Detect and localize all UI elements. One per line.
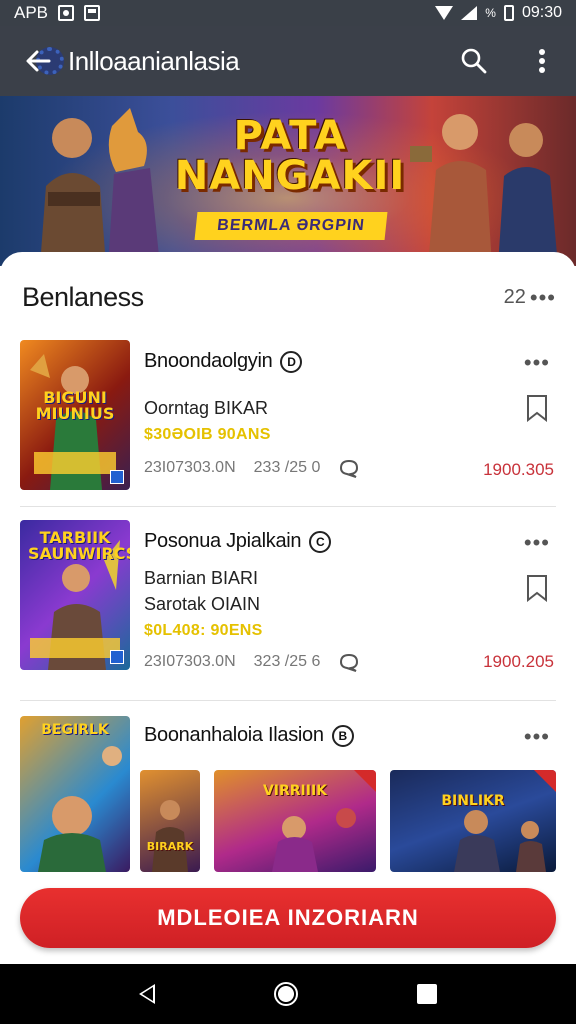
game-subtitle: Barnian BIARI <box>144 568 259 588</box>
back-arrow-icon <box>26 50 51 72</box>
signal-icon <box>461 6 478 20</box>
platform-badge-icon <box>110 470 124 484</box>
banner-subtitle: BERMLA ƏRGPIN <box>194 212 388 240</box>
thumbnail-title: TARBIIK SAUNWIRCS <box>28 528 130 563</box>
new-ribbon-icon <box>534 770 556 792</box>
bookmark-icon[interactable] <box>526 574 548 602</box>
screenshot-thumbnail[interactable]: BIRARK <box>140 770 200 872</box>
carrier-label: APB <box>14 3 49 22</box>
nav-recents-icon[interactable] <box>416 984 437 1004</box>
game-title: Bnoondaolgyin D <box>144 350 303 373</box>
promo-banner[interactable]: PATA NANGAKII BERMLA ƏRGPIN <box>0 96 576 266</box>
game-title-text: Posonua Jpialkain <box>144 530 302 552</box>
game-title: Boonanhaloia Ilasion B <box>144 724 354 747</box>
game-thumbnail[interactable]: TARBIIK SAUNWIRCS <box>20 520 130 670</box>
divider <box>20 700 556 701</box>
system-nav-bar <box>0 964 576 1024</box>
info-icon[interactable]: D <box>280 350 303 373</box>
thumbnail-title: BIGUNI MIUNIUS <box>35 388 115 423</box>
game-title-text: Boonanhaloia Ilasion <box>144 724 324 746</box>
status-bar: APB % 09:30 <box>0 0 576 26</box>
screenshot-title: BIRARK <box>146 840 194 853</box>
comment-icon[interactable] <box>338 652 360 672</box>
game-price: $30ƏOIB 90ANS <box>144 426 271 443</box>
section-header: Benlaness 22 ••• <box>22 282 556 313</box>
more-vertical-icon <box>539 49 545 73</box>
app-bar: Inlloaanianlasia <box>0 26 576 96</box>
back-button[interactable] <box>18 41 64 81</box>
search-icon <box>461 48 487 74</box>
screenshot-artwork <box>152 800 188 872</box>
more-horizontal-icon: ••• <box>529 284 556 310</box>
banner-hero-right-illustration <box>410 114 558 266</box>
game-meta-code: 23I07303.0N <box>144 459 236 476</box>
divider <box>20 506 556 507</box>
game-title: Posonua Jpialkain C <box>144 530 332 553</box>
camera-notification-icon <box>58 5 75 21</box>
game-amount: 1900.305 <box>483 460 554 479</box>
bookmark-icon[interactable] <box>526 394 548 422</box>
game-meta-rating: 323 /25 6 <box>253 653 321 670</box>
card-more-icon[interactable]: ••• <box>524 724 550 750</box>
section-count-value: 22 <box>503 286 526 308</box>
battery-icon <box>503 5 514 21</box>
game-subtitle: Oorntag BIKAR <box>144 398 269 418</box>
game-subtitle-2: Sarotak OIAIN <box>144 594 261 614</box>
screenshot-title: BINLIKR <box>441 793 505 809</box>
nav-home-icon[interactable] <box>273 982 298 1006</box>
thumbnail-title: BEGIRLK <box>41 722 109 738</box>
game-meta: 23I07303.0N 323 /25 6 <box>144 652 360 672</box>
game-meta: 23I07303.0N 233 /25 0 <box>144 458 360 478</box>
game-price-text: $0L408: 90ENS <box>144 622 263 639</box>
download-notification-icon <box>84 5 101 21</box>
game-thumbnail[interactable]: BIGUNI MIUNIUS <box>20 340 130 490</box>
game-meta-code: 23I07303.0N <box>144 653 236 670</box>
game-artwork <box>38 746 122 872</box>
banner-title: PATA NANGAKII <box>174 113 406 199</box>
game-thumbnail[interactable]: BEGIRLK <box>20 716 130 872</box>
game-meta-rating: 233 /25 0 <box>253 459 321 476</box>
game-card[interactable]: BIGUNI MIUNIUS Bnoondaolgyin D ••• Oornt… <box>20 340 556 490</box>
nav-back-icon[interactable] <box>139 984 156 1004</box>
wifi-icon <box>435 6 454 20</box>
game-card[interactable]: BEGIRLK Boonanhaloia Ilasion B ••• BIRAR… <box>20 716 556 876</box>
game-card[interactable]: TARBIIK SAUNWIRCS Posonua Jpialkain C ••… <box>20 520 556 672</box>
section-count[interactable]: 22 ••• <box>504 286 556 309</box>
screenshot-artwork <box>454 810 546 872</box>
battery-percent: % <box>485 6 496 20</box>
info-icon[interactable]: B <box>331 724 354 747</box>
overflow-menu-button[interactable] <box>526 45 558 77</box>
status-time: 09:30 <box>521 4 562 21</box>
section-title: Benlaness <box>22 282 144 312</box>
screenshot-thumbnail[interactable]: BINLIKR <box>390 770 556 872</box>
card-more-icon[interactable]: ••• <box>524 530 550 556</box>
game-amount: 1900.205 <box>483 652 554 671</box>
banner-hero-left-illustration <box>40 108 160 266</box>
info-icon[interactable]: C <box>309 530 332 553</box>
card-more-icon[interactable]: ••• <box>524 350 550 376</box>
screenshot-thumbnail[interactable]: VIRRIIIK <box>214 770 376 872</box>
new-ribbon-icon <box>354 770 376 792</box>
comment-icon[interactable] <box>338 458 360 478</box>
content-sheet: Benlaness 22 ••• BIGUNI MIUNIUS Bnoondao… <box>0 252 576 964</box>
search-button[interactable] <box>458 45 490 77</box>
game-title-text: Bnoondaolgyin <box>144 350 273 372</box>
primary-action-button[interactable]: MDLEOIEA INZORIARN <box>20 888 556 948</box>
app-title: Inlloaanianlasia <box>68 45 240 76</box>
platform-badge-icon <box>110 650 124 664</box>
screenshot-title: VIRRIIIK <box>262 783 328 799</box>
game-price: $0L408: 90ENS <box>144 622 263 640</box>
